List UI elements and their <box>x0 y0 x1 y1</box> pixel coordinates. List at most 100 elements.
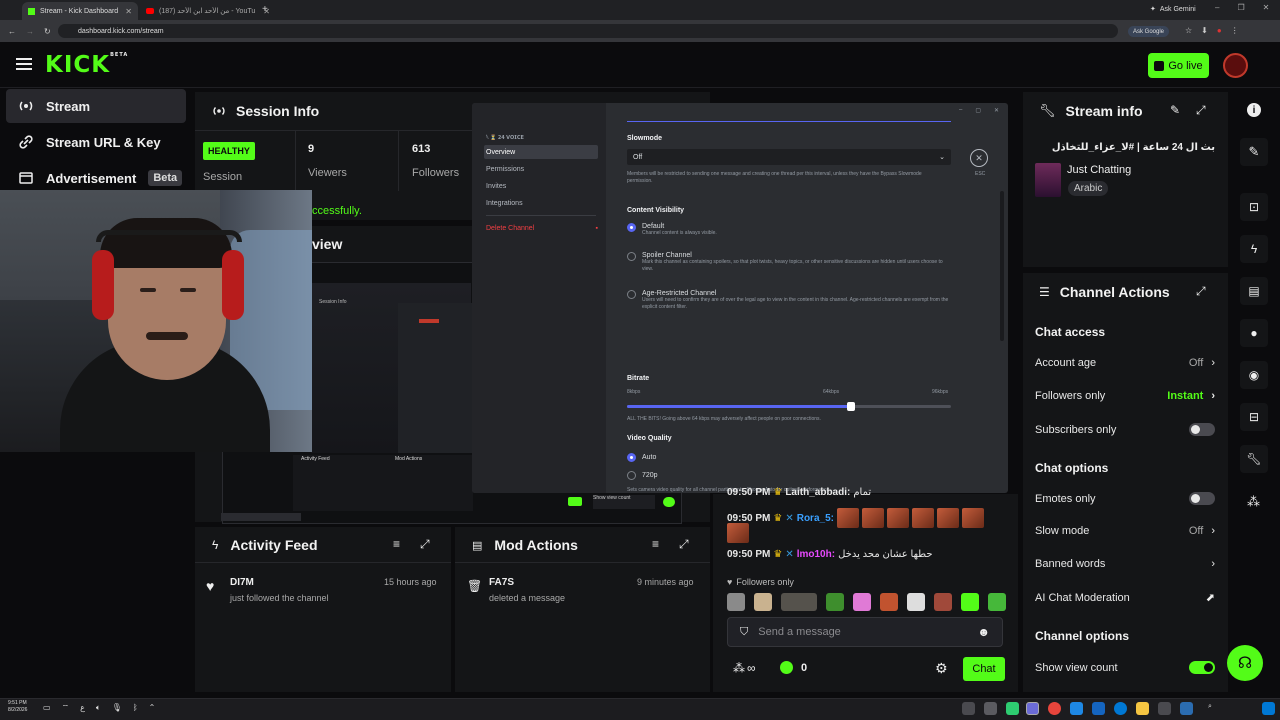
screen-capture-icon[interactable]: ⊡ <box>1240 193 1268 221</box>
taskbar-app-icon[interactable] <box>1006 702 1019 715</box>
sidebar-item-stream-url-key[interactable]: Stream URL & Key <box>6 125 186 159</box>
users-indicator[interactable]: ⁂ ∞ <box>733 661 756 675</box>
forward-icon[interactable]: → <box>26 27 34 36</box>
ask-google-button[interactable]: Ask Google <box>1128 26 1170 37</box>
taskbar-app-icon[interactable] <box>984 702 997 715</box>
account-age-row[interactable]: Account age Off › <box>1035 357 1215 369</box>
discord-nav-overview[interactable]: Overview <box>484 145 598 159</box>
restore-icon[interactable]: ▢ <box>975 107 981 114</box>
taskbar-app-icon[interactable] <box>1092 702 1105 715</box>
video-quality-720p[interactable]: 720p <box>627 471 658 480</box>
download-icon[interactable]: ⬇ <box>1201 26 1208 35</box>
tab-kick-dashboard[interactable]: Stream - Kick Dashboard ✕ <box>22 2 138 20</box>
discord-nav-permissions[interactable]: Permissions <box>484 162 598 176</box>
visibility-option-spoiler[interactable]: Spoiler Channel Mark this channel as con… <box>627 252 957 273</box>
sidebar-item-stream[interactable]: Stream <box>6 89 186 123</box>
bitrate-slider-handle[interactable] <box>846 402 855 411</box>
wifi-icon[interactable]: ⌔ <box>62 703 70 713</box>
close-window-icon[interactable]: ✕ <box>1263 3 1270 12</box>
emotes-only-toggle[interactable] <box>1189 492 1215 505</box>
taskbar-clock[interactable]: 9:51 PM 8/2/2026 <box>8 700 27 714</box>
discord-nav-invites[interactable]: Invites <box>484 179 598 193</box>
settings-gear-icon[interactable]: ⚙ <box>935 660 948 677</box>
discord-close-icon[interactable]: ✕ <box>970 149 988 167</box>
address-bar[interactable]: dashboard.kick.com/stream <box>58 24 1118 38</box>
menu-icon[interactable]: ⋮ <box>1231 26 1239 35</box>
category-thumbnail[interactable] <box>1035 163 1061 197</box>
emote-icon[interactable] <box>781 593 817 611</box>
chrome-icon[interactable] <box>1048 702 1061 715</box>
lightning-icon[interactable]: ϟ <box>1240 235 1268 263</box>
banned-words-row[interactable]: Banned words › <box>1035 558 1215 570</box>
bitrate-slider[interactable] <box>627 402 951 411</box>
go-live-button[interactable]: Go live <box>1148 53 1209 78</box>
filter-icon[interactable]: ≡ <box>393 537 400 551</box>
edge-icon[interactable] <box>1114 702 1127 715</box>
file-explorer-icon[interactable] <box>1136 702 1149 715</box>
emoji-icon[interactable]: ☻ <box>977 625 990 639</box>
info-icon[interactable]: i <box>1247 103 1261 117</box>
discord-topic-input[interactable] <box>627 113 951 122</box>
minimize-icon[interactable]: – <box>1215 3 1219 12</box>
close-tab-icon[interactable]: ✕ <box>125 7 132 16</box>
slowmode-select[interactable]: Off ⌄ <box>627 149 951 165</box>
users-icon[interactable]: ⁂ <box>1247 494 1260 510</box>
mic-icon[interactable]: 🎙︎ <box>112 703 122 713</box>
subscribers-only-toggle[interactable] <box>1189 423 1215 436</box>
broadcast-icon[interactable]: ◉ <box>1240 361 1268 389</box>
discord-scrollbar[interactable] <box>1000 191 1004 341</box>
layout-icon[interactable]: ⊟ <box>1240 403 1268 431</box>
taskbar-app-icon[interactable] <box>1026 702 1039 715</box>
filter-icon[interactable]: ≡ <box>652 537 659 551</box>
back-icon[interactable]: ← <box>8 27 16 36</box>
ai-moderation-row[interactable]: AI Chat Moderation ⬈ <box>1035 591 1215 605</box>
document-icon[interactable]: ▤ <box>1240 277 1268 305</box>
visibility-option-default[interactable]: Default Channel content is always visibl… <box>627 223 717 236</box>
followers-only-row[interactable]: Followers only Instant › <box>1035 390 1215 402</box>
windows-start-icon[interactable] <box>1262 702 1275 715</box>
emote-icon[interactable] <box>727 593 745 611</box>
chat-send-button[interactable]: Chat <box>963 657 1005 681</box>
minimize-icon[interactable]: – <box>959 107 962 114</box>
visibility-option-age-restricted[interactable]: Age-Restricted Channel Users will need t… <box>627 290 957 311</box>
emote-icon[interactable] <box>961 593 979 611</box>
search-icon[interactable]: ⌕ <box>1208 703 1212 711</box>
slow-mode-row[interactable]: Slow mode Off › <box>1035 525 1215 537</box>
taskbar-app-icon[interactable] <box>1158 702 1171 715</box>
chat-bubble-icon[interactable]: ● <box>1240 319 1268 347</box>
popout-icon[interactable]: ⤢ <box>1196 103 1206 118</box>
emote-icon[interactable] <box>988 593 1006 611</box>
emote-icon[interactable] <box>826 593 844 611</box>
support-headset-icon[interactable]: ☊ <box>1227 645 1263 681</box>
close-window-icon[interactable]: ✕ <box>994 107 999 114</box>
show-view-count-toggle[interactable] <box>1189 661 1215 674</box>
chevron-up-icon[interactable]: ⌃ <box>149 703 156 713</box>
edit-pen-icon[interactable]: ✎ <box>1240 138 1268 166</box>
taskbar-app-icon[interactable] <box>1180 702 1193 715</box>
restore-icon[interactable]: ❐ <box>1237 3 1244 12</box>
tab-youtube[interactable]: (187) من الأحد ابن الأحد - YouTube ✕ <box>140 2 276 20</box>
activity-user[interactable]: DI7M <box>230 577 254 588</box>
ask-gemini-button[interactable]: ✦ Ask Gemini <box>1150 5 1196 14</box>
popout-icon[interactable]: ⤢ <box>420 537 430 552</box>
edit-icon[interactable]: ✎ <box>1170 103 1180 117</box>
taskbar-app-icon[interactable] <box>962 702 975 715</box>
volume-icon[interactable]: 🔈︎ <box>96 703 101 713</box>
emote-icon[interactable] <box>853 593 871 611</box>
emote-icon[interactable] <box>880 593 898 611</box>
bookmark-icon[interactable]: ☆ <box>1185 26 1192 35</box>
user-avatar[interactable] <box>1223 53 1248 78</box>
hamburger-menu-icon[interactable] <box>16 58 32 70</box>
popout-icon[interactable]: ⤢ <box>1196 284 1206 299</box>
category-name[interactable]: Just Chatting <box>1067 164 1131 176</box>
emote-icon[interactable] <box>934 593 952 611</box>
emote-icon[interactable] <box>907 593 925 611</box>
kick-logo[interactable]: KICKBETA <box>45 52 128 78</box>
video-quality-auto[interactable]: Auto <box>627 453 656 462</box>
profile-icon[interactable]: ● <box>1217 26 1222 35</box>
new-tab-icon[interactable]: + <box>262 4 268 15</box>
discord-delete-channel[interactable]: Delete Channel ▪ <box>484 221 598 235</box>
reload-icon[interactable]: ↻ <box>44 27 51 36</box>
notification-icon[interactable]: ▭ <box>43 703 51 713</box>
mod-user[interactable]: FA7S <box>489 577 514 588</box>
